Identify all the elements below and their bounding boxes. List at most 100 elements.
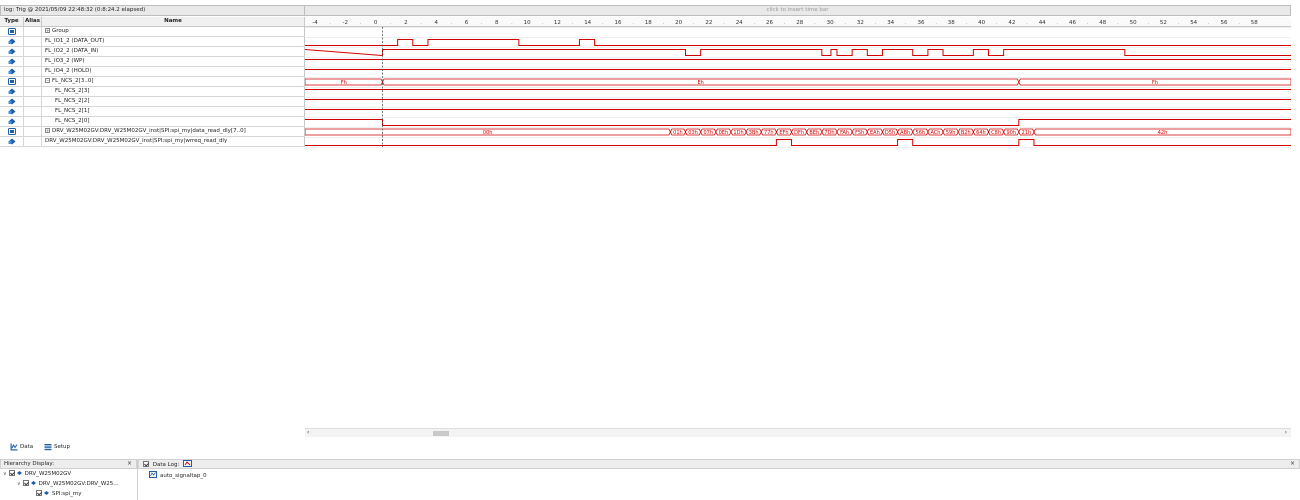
signal-name: DRV_W25M02GV:DRV_W25M02GV_inst|SPI:spi_m…	[52, 128, 246, 134]
type-cell	[0, 57, 24, 66]
expand-icon[interactable]: +	[45, 128, 50, 133]
signal-icon	[8, 48, 16, 55]
bus-value-label: 3Bh	[749, 130, 759, 136]
scroll-left-arrow-icon[interactable]: ‹	[307, 429, 309, 437]
bus-value-label: ABh	[900, 130, 910, 136]
time-tick-minor: .	[451, 20, 453, 26]
signal-name-cell[interactable]: − FL_NCS_2[3..0]	[42, 77, 305, 86]
bus-value-label: ACh	[930, 130, 940, 136]
signal-name-cell[interactable]: FL_IO1_2 (DATA_OUT)	[42, 37, 305, 46]
time-tick-label: 54	[1190, 20, 1197, 26]
data-log-item-label: auto_signaltap_0	[160, 473, 207, 479]
signal-icon	[8, 98, 16, 105]
signal-row[interactable]: − FL_NCS_2[3..0]	[0, 77, 305, 87]
name-column-header[interactable]: Name	[42, 17, 305, 27]
signal-row[interactable]: FL_NCS_2[0]	[0, 117, 305, 127]
time-tick-minor: .	[1238, 20, 1240, 26]
time-ruler[interactable]: -4. -2. 0. 2. 4. 6. 8. 10. 12. 14. 16. 18. 20. 22. 24.…	[305, 17, 1291, 27]
signal-name-cell[interactable]: FL_NCS_2[2]	[42, 97, 305, 106]
alias-cell[interactable]	[24, 47, 42, 56]
setup-icon	[44, 444, 52, 451]
time-tick-minor: .	[511, 20, 513, 26]
bus-value-label: 64h	[976, 130, 986, 136]
signal-icon	[8, 138, 16, 145]
time-tick-minor: .	[1208, 20, 1210, 26]
signal-icon	[8, 38, 16, 45]
signal-name-cell[interactable]: FL_NCS_2[3]	[42, 87, 305, 96]
signal-row[interactable]: + DRV_W25M02GV:DRV_W25M02GV_inst|SPI:spi_…	[0, 127, 305, 137]
close-icon[interactable]: ×	[127, 460, 132, 468]
tab-setup-label: Setup	[54, 444, 71, 450]
timebar-area[interactable]: click to insert time bar	[305, 5, 1291, 16]
alias-cell[interactable]	[24, 137, 42, 146]
signal-name-cell[interactable]: FL_NCS_2[1]	[42, 107, 305, 116]
checkbox[interactable]	[8, 470, 15, 476]
alias-cell[interactable]	[24, 97, 42, 106]
alias-cell[interactable]	[24, 57, 42, 66]
alias-cell[interactable]	[24, 87, 42, 96]
signal-row[interactable]: FL_IO1_2 (DATA_OUT)	[0, 37, 305, 47]
bus-value-label: Eh	[697, 80, 703, 86]
signal-name-cell[interactable]: FL_IO4_2 (HOLD)	[42, 67, 305, 76]
signal-name-cell[interactable]: + DRV_W25M02GV:DRV_W25M02GV_inst|SPI:spi_…	[42, 127, 305, 136]
scrollbar-thumb[interactable]	[433, 431, 449, 436]
alias-cell[interactable]	[24, 117, 42, 126]
chevron-down-icon[interactable]: ∨	[17, 480, 21, 488]
alias-cell[interactable]	[24, 127, 42, 136]
time-tick-minor: .	[996, 20, 998, 26]
time-tick-label: 20	[675, 20, 682, 26]
alias-cell[interactable]	[24, 107, 42, 116]
chevron-down-icon[interactable]: ∨	[3, 470, 7, 478]
signal-row[interactable]: FL_IO3_2 (WP)	[0, 57, 305, 67]
time-tick-label: 8	[495, 20, 499, 26]
bus-value-label: 07h	[703, 130, 713, 136]
signal-row[interactable]: FL_NCS_2[1]	[0, 107, 305, 117]
hierarchy-item[interactable]: SPI:spi_my	[36, 490, 82, 499]
alias-cell[interactable]	[24, 77, 42, 86]
data-log-checkbox[interactable]	[143, 461, 149, 467]
time-tick-label: 10	[524, 20, 531, 26]
signal-name-cell[interactable]: FL_NCS_2[0]	[42, 117, 305, 126]
time-tick-label: 2	[404, 20, 408, 26]
signal-row[interactable]: DRV_W25M02GV:DRV_W25M02GV_inst|SPI:spi_m…	[0, 137, 305, 147]
time-tick-minor: .	[1026, 20, 1028, 26]
scroll-right-arrow-icon[interactable]: ›	[1285, 429, 1287, 437]
type-cell	[0, 67, 24, 76]
time-tick-label: 30	[827, 20, 834, 26]
signal-name-cell[interactable]: + Group	[42, 27, 305, 36]
expand-icon[interactable]: +	[45, 28, 50, 33]
alias-cell[interactable]	[24, 37, 42, 46]
signal-name-cell[interactable]: DRV_W25M02GV:DRV_W25M02GV_inst|SPI:spi_m…	[42, 137, 305, 146]
signal-name-cell[interactable]: FL_IO3_2 (WP)	[42, 57, 305, 66]
checkbox[interactable]	[36, 490, 42, 496]
alias-cell[interactable]	[24, 67, 42, 76]
data-log-item[interactable]: auto_signaltap_0	[149, 471, 207, 480]
tab-setup[interactable]: Setup	[42, 442, 70, 452]
time-tick-label: 6	[465, 20, 469, 26]
signal-row[interactable]: FL_NCS_2[2]	[0, 97, 305, 107]
signal-name-cell[interactable]: FL_IO2_2 (DATA_IN)	[42, 47, 305, 56]
horizontal-scrollbar[interactable]: ‹ ›	[305, 428, 1291, 437]
waveform-area[interactable]: Fh Eh Fh 00h 01h 03h 07h 0Eh 1Dh 3Bh 77h EFh DFh BEh 7…	[305, 27, 1291, 427]
hierarchy-item[interactable]: ∨ DRV_W25M02GV:DRV_W25...	[17, 480, 119, 489]
signal-name: Group	[52, 28, 69, 34]
log-entry-icon	[149, 471, 157, 478]
time-tick-label: 0	[374, 20, 378, 26]
checkbox[interactable]	[22, 480, 29, 486]
hierarchy-item[interactable]: ∨ DRV_W25M02GV	[3, 470, 71, 479]
type-cell	[0, 37, 24, 46]
signal-row[interactable]: FL_NCS_2[3]	[0, 87, 305, 97]
data-log-icon[interactable]	[183, 460, 193, 467]
tab-data[interactable]: Data	[8, 442, 33, 452]
view-tabs: Data Setup	[0, 441, 1300, 453]
alias-column-header[interactable]: Alias	[24, 17, 42, 27]
alias-cell[interactable]	[24, 27, 42, 36]
signal-icon	[8, 108, 16, 115]
close-icon[interactable]: ×	[1290, 460, 1295, 468]
signal-row[interactable]: FL_IO4_2 (HOLD)	[0, 67, 305, 77]
type-column-header[interactable]: Type	[0, 17, 24, 27]
type-cell	[0, 87, 24, 96]
signal-row[interactable]: FL_IO2_2 (DATA_IN)	[0, 47, 305, 57]
signal-row[interactable]: + Group	[0, 27, 305, 37]
collapse-icon[interactable]: −	[45, 78, 50, 83]
